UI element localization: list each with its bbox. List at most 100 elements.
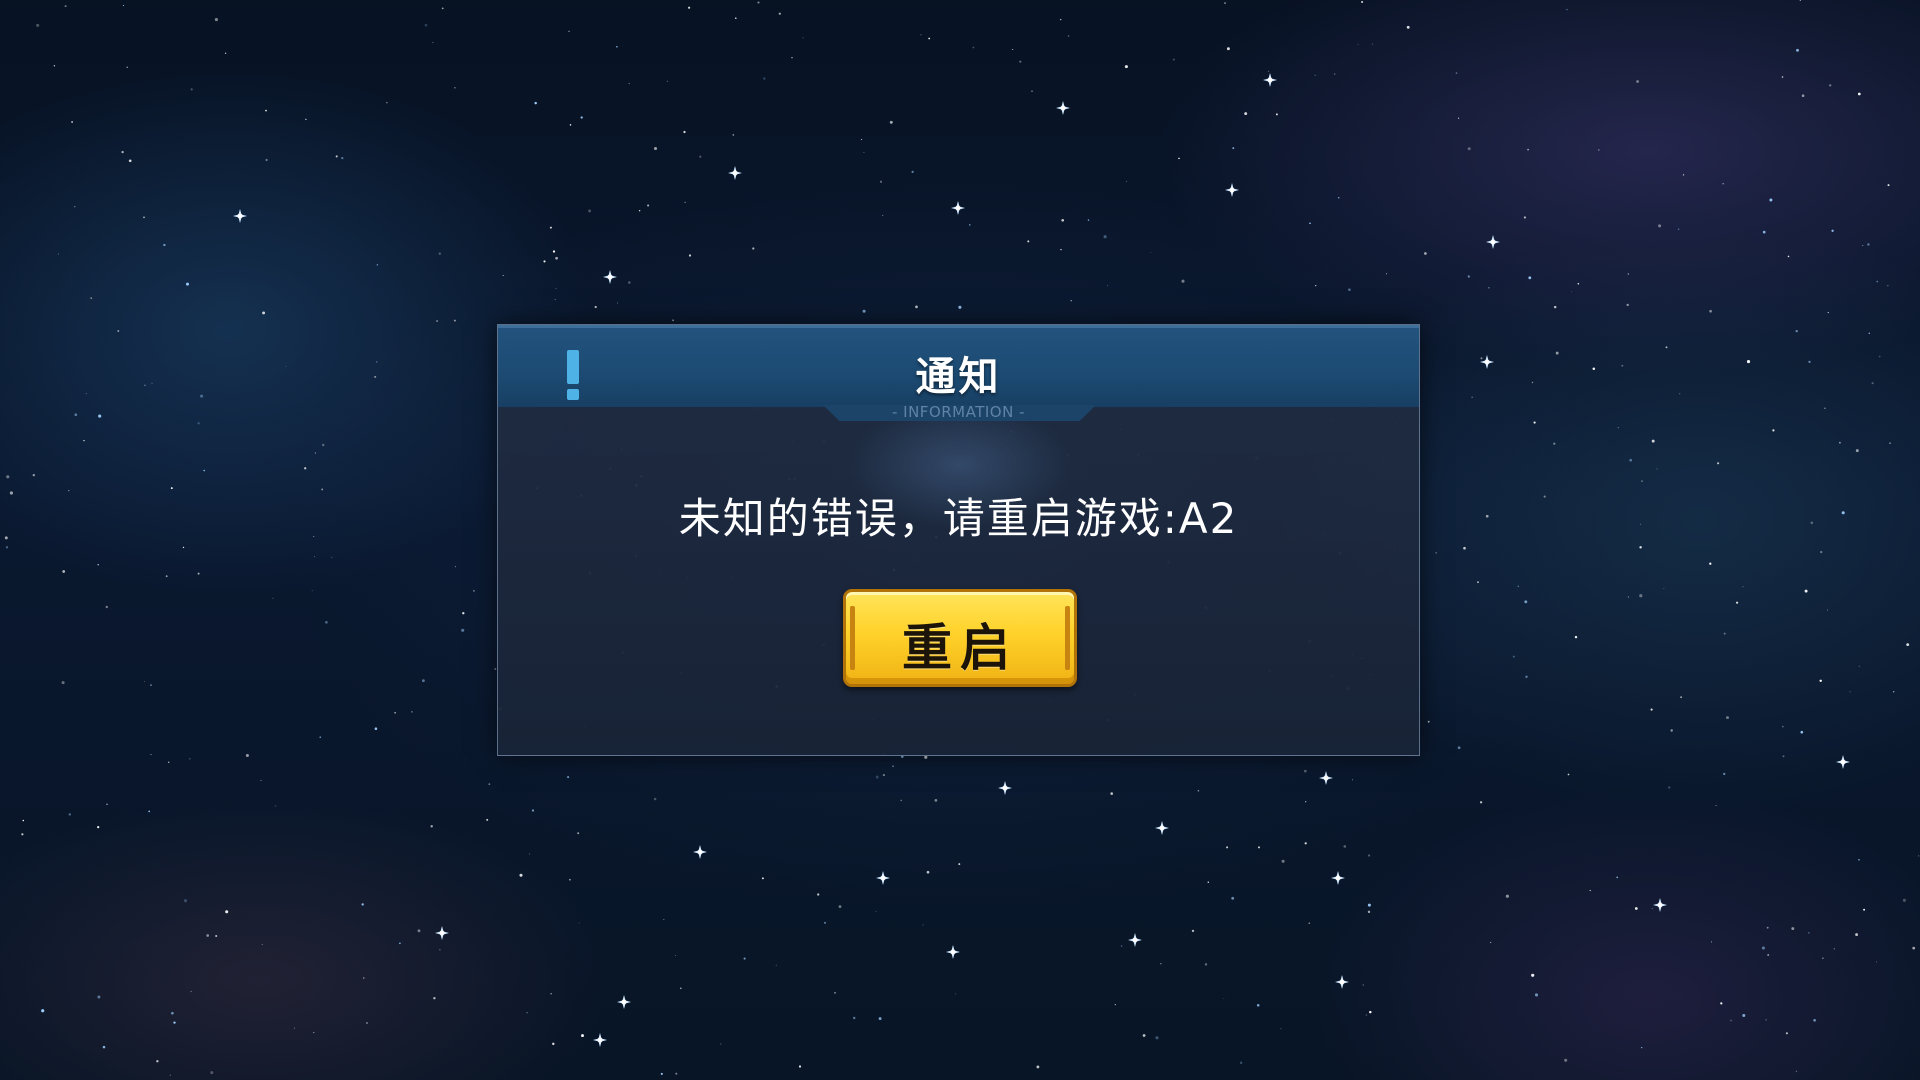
star bbox=[1553, 305, 1557, 309]
star bbox=[486, 818, 489, 821]
star bbox=[1799, 0, 1801, 1]
star bbox=[578, 922, 580, 924]
star bbox=[6, 475, 10, 479]
star bbox=[1723, 632, 1726, 635]
star bbox=[743, 957, 746, 960]
star bbox=[1822, 957, 1824, 959]
sparkle-star bbox=[603, 270, 617, 284]
star bbox=[1528, 276, 1532, 280]
star bbox=[1207, 881, 1210, 883]
star bbox=[325, 620, 328, 624]
star bbox=[531, 809, 535, 812]
star bbox=[900, 799, 902, 802]
star bbox=[577, 832, 580, 835]
star bbox=[9, 491, 13, 495]
sparkle-star bbox=[951, 201, 965, 215]
star bbox=[1871, 382, 1874, 385]
star bbox=[720, 1043, 722, 1045]
sparkle-star bbox=[1155, 821, 1169, 835]
star bbox=[121, 150, 124, 154]
star bbox=[1769, 198, 1773, 202]
star bbox=[1142, 1034, 1146, 1037]
star bbox=[1275, 113, 1278, 116]
star bbox=[1917, 855, 1920, 857]
star bbox=[1841, 511, 1845, 515]
star bbox=[1863, 908, 1866, 911]
sparkle-star bbox=[1836, 755, 1850, 769]
star bbox=[61, 681, 65, 685]
star bbox=[1876, 280, 1878, 283]
star bbox=[1589, 890, 1591, 892]
star bbox=[1281, 859, 1285, 863]
star bbox=[1455, 72, 1458, 74]
star bbox=[1027, 240, 1030, 243]
star bbox=[1467, 275, 1470, 278]
star bbox=[555, 256, 558, 260]
star bbox=[386, 102, 388, 104]
star bbox=[90, 297, 93, 299]
star bbox=[85, 392, 87, 395]
star bbox=[526, 1011, 528, 1014]
star bbox=[225, 910, 229, 914]
star bbox=[1785, 1032, 1788, 1035]
star bbox=[1808, 360, 1811, 364]
star bbox=[1362, 984, 1364, 986]
star bbox=[1766, 926, 1769, 929]
star bbox=[666, 80, 669, 83]
star bbox=[1110, 792, 1113, 795]
star bbox=[319, 736, 321, 738]
star bbox=[1670, 729, 1673, 732]
star bbox=[1406, 25, 1410, 29]
star bbox=[1204, 963, 1208, 966]
star bbox=[1107, 285, 1109, 287]
star bbox=[1512, 655, 1515, 658]
star bbox=[173, 1021, 176, 1024]
star bbox=[1668, 786, 1671, 789]
star bbox=[1574, 635, 1578, 639]
star bbox=[1627, 596, 1629, 598]
star bbox=[97, 995, 101, 999]
star bbox=[1761, 946, 1765, 950]
star bbox=[752, 247, 755, 250]
star bbox=[1787, 255, 1790, 258]
star bbox=[675, 954, 677, 957]
star bbox=[411, 711, 413, 713]
star bbox=[163, 243, 166, 247]
star bbox=[569, 124, 572, 126]
star bbox=[304, 467, 307, 470]
star bbox=[1796, 48, 1799, 52]
star bbox=[321, 488, 324, 491]
star bbox=[1308, 922, 1311, 925]
star bbox=[838, 905, 842, 908]
restart-button[interactable]: 重启 bbox=[843, 589, 1077, 687]
star bbox=[1650, 708, 1653, 711]
star bbox=[126, 66, 128, 68]
star bbox=[1680, 696, 1683, 699]
star bbox=[454, 566, 456, 568]
star bbox=[1314, 74, 1316, 77]
star bbox=[1765, 1018, 1768, 1021]
star bbox=[171, 1011, 174, 1015]
star bbox=[260, 779, 262, 782]
star bbox=[265, 158, 268, 162]
star bbox=[422, 679, 425, 683]
star bbox=[920, 34, 922, 36]
star bbox=[106, 803, 108, 805]
star bbox=[1435, 552, 1437, 554]
star bbox=[1656, 468, 1658, 470]
star bbox=[1577, 282, 1580, 285]
sparkle-star bbox=[1480, 355, 1494, 369]
star bbox=[314, 452, 317, 454]
star bbox=[534, 101, 537, 105]
star bbox=[285, 365, 287, 367]
star bbox=[761, 877, 764, 880]
error-message: 未知的错误，请重启游戏:A2 bbox=[678, 494, 1239, 543]
star bbox=[1427, 720, 1430, 723]
star bbox=[878, 1017, 882, 1021]
star bbox=[1838, 441, 1841, 444]
star bbox=[1226, 846, 1229, 849]
star bbox=[374, 727, 378, 730]
star bbox=[214, 18, 218, 22]
dialog-header: 通知 bbox=[498, 325, 1419, 407]
star bbox=[21, 833, 24, 836]
